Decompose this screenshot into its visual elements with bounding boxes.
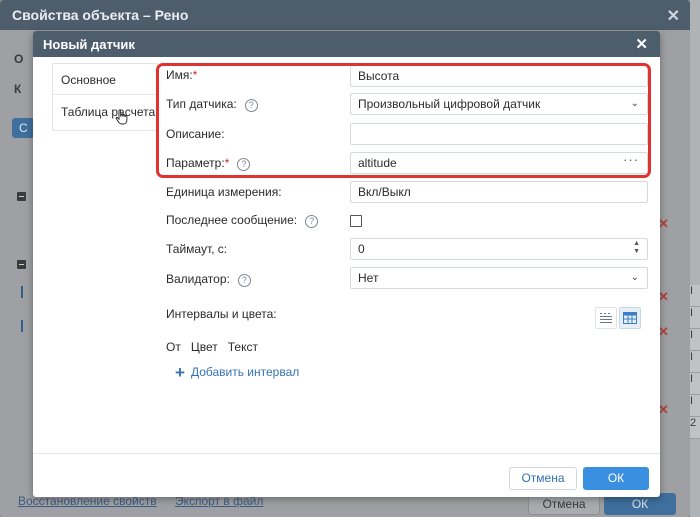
dialog-header: Новый датчик ✕: [33, 31, 660, 57]
unit-label: Единица измерения:: [166, 185, 282, 199]
footer-divider: [33, 453, 660, 454]
add-interval-button[interactable]: + Добавить интервал: [175, 363, 299, 383]
name-field[interactable]: Высота: [350, 65, 648, 87]
timeout-stepper[interactable]: 0 ▲ ▼: [350, 238, 648, 260]
outer-dialog-title: Свойства объекта – Рено: [12, 7, 189, 23]
question-circle-icon[interactable]: ?: [237, 158, 251, 171]
dialog-title: Новый датчик: [43, 37, 135, 52]
add-interval-label: Добавить интервал: [190, 365, 300, 379]
chevron-down-icon: ⌄: [630, 272, 639, 283]
collapse-icon[interactable]: [17, 260, 26, 269]
question-circle-icon[interactable]: ?: [237, 274, 251, 287]
question-circle-icon[interactable]: ?: [305, 215, 319, 228]
name-value: Высота: [358, 69, 400, 83]
table-view-icon[interactable]: [619, 307, 641, 329]
background-table-cell: I: [690, 395, 700, 417]
hand-cursor-icon: [115, 109, 128, 125]
plus-icon: +: [175, 363, 185, 382]
last-message-checkbox[interactable]: [350, 215, 362, 227]
ellipsis-icon[interactable]: ···: [623, 150, 639, 170]
column-color: Цвет: [190, 340, 218, 354]
outer-dialog-header: Свойства объекта – Рено ✕: [0, 0, 690, 30]
background-map-strip: [690, 0, 700, 517]
tab-calculation-table[interactable]: Таблица расчета: [61, 105, 155, 119]
unit-field[interactable]: Вкл/Выкл: [350, 181, 648, 203]
required-mark: *: [192, 68, 198, 82]
sort-arrow-icon: [21, 320, 23, 332]
last-message-label: Последнее сообщение:?: [166, 213, 319, 228]
intervals-label: Интервалы и цвета:: [166, 307, 277, 321]
column-text: Текст: [227, 340, 258, 354]
timeout-label: Таймаут, с:: [166, 242, 228, 256]
sensor-type-select[interactable]: Произвольный цифровой датчик ⌄: [350, 93, 648, 115]
outer-fragment-a: О: [14, 52, 24, 66]
validator-value: Нет: [358, 271, 379, 285]
sensor-type-value: Произвольный цифровой датчик: [358, 97, 541, 111]
ok-button[interactable]: ОК: [583, 467, 649, 490]
validator-select[interactable]: Нет ⌄: [350, 267, 648, 289]
nav-divider: [53, 94, 157, 95]
collapse-icon[interactable]: [17, 192, 26, 201]
sort-arrow-icon: [21, 286, 23, 298]
name-label: Имя:*: [166, 68, 198, 82]
chevron-down-icon: ⌄: [630, 98, 639, 109]
list-view-icon[interactable]: [595, 307, 617, 329]
outer-blue-button[interactable]: С: [12, 118, 34, 138]
tab-general[interactable]: Основное: [61, 73, 116, 87]
description-label: Описание:: [166, 127, 225, 141]
close-icon[interactable]: ✕: [635, 35, 648, 53]
outer-fragment-c: С: [19, 121, 28, 135]
outer-close-icon[interactable]: ✕: [667, 6, 680, 26]
new-sensor-dialog: Новый датчик ✕ Основное Таблица расчета …: [33, 31, 660, 497]
description-field[interactable]: [350, 123, 648, 145]
unit-value: Вкл/Выкл: [358, 185, 411, 199]
sensor-type-label: Тип датчика:?: [166, 97, 258, 112]
intervals-table-header: От Цвет Текст: [166, 340, 258, 354]
up-down-icon[interactable]: ▲ ▼: [633, 240, 640, 256]
parameter-label: Параметр:*?: [166, 156, 251, 171]
required-mark: *: [224, 156, 230, 170]
parameter-value: altitude: [358, 156, 397, 170]
background-table-cell: I: [690, 351, 700, 373]
background-table-cell: I: [690, 329, 700, 351]
column-from: От: [166, 340, 181, 354]
outer-fragment-b: К: [14, 82, 22, 96]
background-table-header: I: [690, 285, 700, 307]
background-table-cell: 2: [690, 417, 700, 439]
background-table-cell: I: [690, 373, 700, 395]
dialog-nav: Основное Таблица расчета: [52, 63, 158, 131]
question-circle-icon[interactable]: ?: [244, 99, 258, 112]
cancel-button[interactable]: Отмена: [509, 467, 577, 490]
timeout-value: 0: [358, 242, 365, 256]
validator-label: Валидатор:?: [166, 272, 251, 287]
background-table-cell: I: [690, 307, 700, 329]
background-table: I I I I I I 2: [690, 285, 700, 439]
parameter-field[interactable]: altitude ···: [350, 152, 648, 174]
